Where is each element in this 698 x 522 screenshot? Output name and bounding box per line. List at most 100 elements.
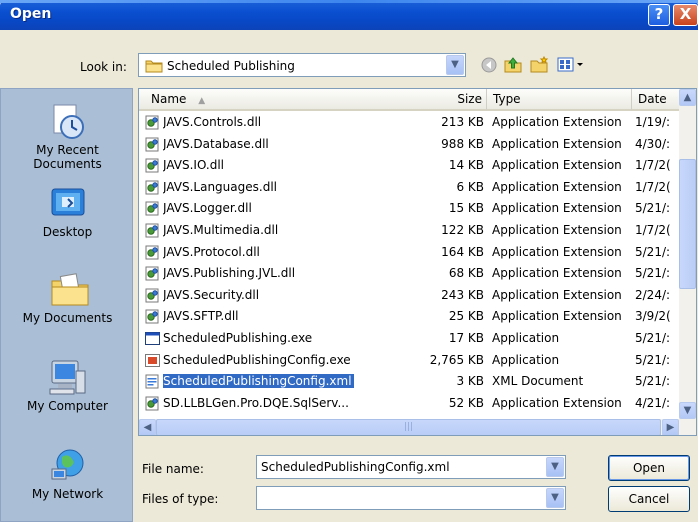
file-type-cell: XML Document: [492, 374, 584, 389]
place-desktop[interactable]: Desktop: [1, 183, 134, 239]
place-label: My Documents: [22, 311, 113, 325]
file-name-cell: JAVS.Protocol.dll: [163, 244, 260, 259]
file-row[interactable]: JAVS.Languages.dll 6 KB Application Extens…: [139, 178, 679, 197]
file-row[interactable]: ScheduledPublishing.exe 17 KB Application 5…: [139, 329, 679, 348]
file-row[interactable]: ScheduledPublishingConfig.exe 2,765 KB App…: [139, 351, 679, 370]
file-row[interactable]: JAVS.Multimedia.dll 122 KB Application Ext…: [139, 221, 679, 240]
file-row[interactable]: JAVS.Protocol.dll 164 KB Application Exten…: [139, 243, 679, 262]
chevron-down-icon[interactable]: ▼: [546, 488, 564, 508]
file-name-label: File name:: [142, 462, 204, 476]
file-date-cell: 5/21/:: [635, 266, 671, 281]
sort-ascending-icon: ▲: [198, 96, 206, 106]
column-header-type[interactable]: Type: [487, 89, 632, 111]
file-date-cell: 5/21/:: [635, 244, 671, 259]
vertical-scrollbar[interactable]: ▲ ▼: [679, 89, 696, 419]
file-date-cell: 1/7/2(: [635, 179, 671, 194]
file-type-dropdown[interactable]: ▼: [256, 486, 566, 510]
file-type-cell: Application Extension: [492, 136, 622, 151]
file-date-cell: 1/19/:: [635, 115, 671, 129]
file-size-cell: 17 KB: [448, 331, 484, 345]
file-name-cell: JAVS.IO.dll: [163, 158, 225, 173]
chevron-down-icon[interactable]: ▼: [446, 55, 464, 75]
file-row[interactable]: JAVS.Controls.dll 213 KB Application Exten…: [139, 113, 679, 132]
horizontal-scroll-thumb[interactable]: |||: [156, 419, 661, 435]
file-date-cell: 5/21/:: [635, 201, 671, 216]
file-row[interactable]: SD.LLBLGen.Pro.DQE.SqlServ... 52 KB Applic…: [139, 394, 679, 413]
file-size-cell: 52 KB: [448, 395, 484, 410]
file-type-cell: Application Extension: [492, 115, 622, 129]
look-in-value: Scheduled Publishing: [167, 59, 295, 73]
title-bar[interactable]: Open ? X: [0, 0, 698, 30]
scroll-left-button[interactable]: ◀: [139, 419, 156, 435]
column-header-date[interactable]: Date: [632, 89, 682, 111]
open-button[interactable]: Open: [608, 455, 690, 481]
new-folder-icon[interactable]: [528, 56, 550, 74]
column-header-size[interactable]: Size: [399, 89, 487, 111]
file-date-cell: 3/9/2(: [635, 309, 671, 324]
file-date-cell: 5/21/:: [635, 331, 671, 345]
place-my-recent-documents[interactable]: My Recent Documents: [1, 101, 134, 171]
file-row[interactable]: JAVS.Publishing.JVL.dll 68 KB Application …: [139, 264, 679, 283]
look-in-label: Look in:: [80, 60, 127, 74]
look-in-dropdown[interactable]: Scheduled Publishing ▼: [138, 53, 466, 77]
file-name-cell: JAVS.SFTP.dll: [163, 309, 239, 324]
file-date-cell: 4/21/:: [635, 395, 671, 410]
desktop-icon: [48, 183, 88, 223]
file-name-cell: JAVS.Controls.dll: [163, 115, 262, 129]
place-label: My Computer: [27, 399, 108, 413]
file-name-cell: ScheduledPublishingConfig.exe: [163, 352, 351, 367]
file-size-cell: 68 KB: [448, 266, 484, 281]
file-size-cell: 213 KB: [441, 115, 484, 129]
file-row[interactable]: JAVS.SFTP.dll 25 KB Application Extension 3…: [139, 307, 679, 326]
file-size-cell: 25 KB: [448, 309, 484, 324]
file-type-cell: Application: [492, 331, 560, 345]
file-type-cell: Application Extension: [492, 223, 622, 237]
place-my-documents[interactable]: My Documents: [1, 269, 134, 325]
file-row[interactable]: ScheduledPublishingConfig.xml 3 KB XML Doc…: [139, 372, 679, 391]
place-my-computer[interactable]: My Computer: [1, 357, 134, 413]
file-size-cell: 6 KB: [456, 179, 484, 194]
file-type-cell: Application Extension: [492, 158, 622, 173]
help-button[interactable]: ?: [648, 4, 670, 26]
file-name-cell: JAVS.Database.dll: [163, 136, 269, 151]
file-list[interactable]: Name ▲ Size Type Date JAVS.Controls.dll 2…: [138, 88, 697, 436]
file-type-cell: Application Extension: [492, 266, 622, 281]
chevron-down-icon[interactable]: ▼: [546, 457, 564, 477]
file-date-cell: 5/21/:: [635, 374, 671, 389]
file-size-cell: 14 KB: [448, 158, 484, 173]
file-type-cell: Application Extension: [492, 395, 622, 410]
file-size-cell: 3 KB: [456, 374, 484, 389]
file-name-cell: JAVS.Languages.dll: [163, 179, 277, 194]
back-icon[interactable]: [478, 56, 500, 74]
place-my-network[interactable]: My Network: [1, 445, 134, 501]
place-label: My Network: [31, 487, 104, 501]
file-row[interactable]: JAVS.Logger.dll 15 KB Application Extensio…: [139, 199, 679, 218]
file-name-cell: JAVS.Logger.dll: [163, 201, 252, 216]
up-folder-icon[interactable]: [502, 56, 524, 74]
cancel-button[interactable]: Cancel: [608, 486, 690, 512]
file-date-cell: 2/24/:: [635, 287, 671, 302]
file-type-cell: Application Extension: [492, 287, 622, 302]
scroll-up-button[interactable]: ▲: [679, 89, 696, 106]
window-title: Open: [10, 6, 52, 22]
file-type-cell: Application: [492, 352, 560, 367]
file-type-cell: Application Extension: [492, 179, 622, 194]
vertical-scroll-thumb[interactable]: [679, 159, 696, 289]
file-row[interactable]: JAVS.IO.dll 14 KB Application Extension 1/7…: [139, 156, 679, 175]
folder-icon: [145, 60, 163, 73]
close-button[interactable]: X: [673, 4, 698, 26]
file-name-cell: SD.LLBLGen.Pro.DQE.SqlServ...: [163, 395, 349, 410]
scroll-right-button[interactable]: ▶: [662, 419, 679, 435]
file-type-cell: Application Extension: [492, 309, 622, 324]
file-size-cell: 2,765 KB: [429, 352, 484, 367]
view-menu-icon[interactable]: [556, 56, 586, 74]
file-name-input[interactable]: ScheduledPublishingConfig.xml ▼: [256, 455, 566, 479]
place-label: My Recent Documents: [33, 143, 102, 171]
file-row[interactable]: JAVS.Database.dll 988 KB Application Exten…: [139, 135, 679, 154]
file-name-cell: ScheduledPublishingConfig.xml: [163, 374, 354, 389]
horizontal-scrollbar[interactable]: ◀ ||| ▶: [139, 419, 696, 435]
file-size-cell: 15 KB: [448, 201, 484, 216]
scroll-down-button[interactable]: ▼: [679, 402, 696, 419]
file-date-cell: 1/7/2(: [635, 158, 671, 173]
file-row[interactable]: JAVS.Security.dll 243 KB Application Exten…: [139, 286, 679, 305]
